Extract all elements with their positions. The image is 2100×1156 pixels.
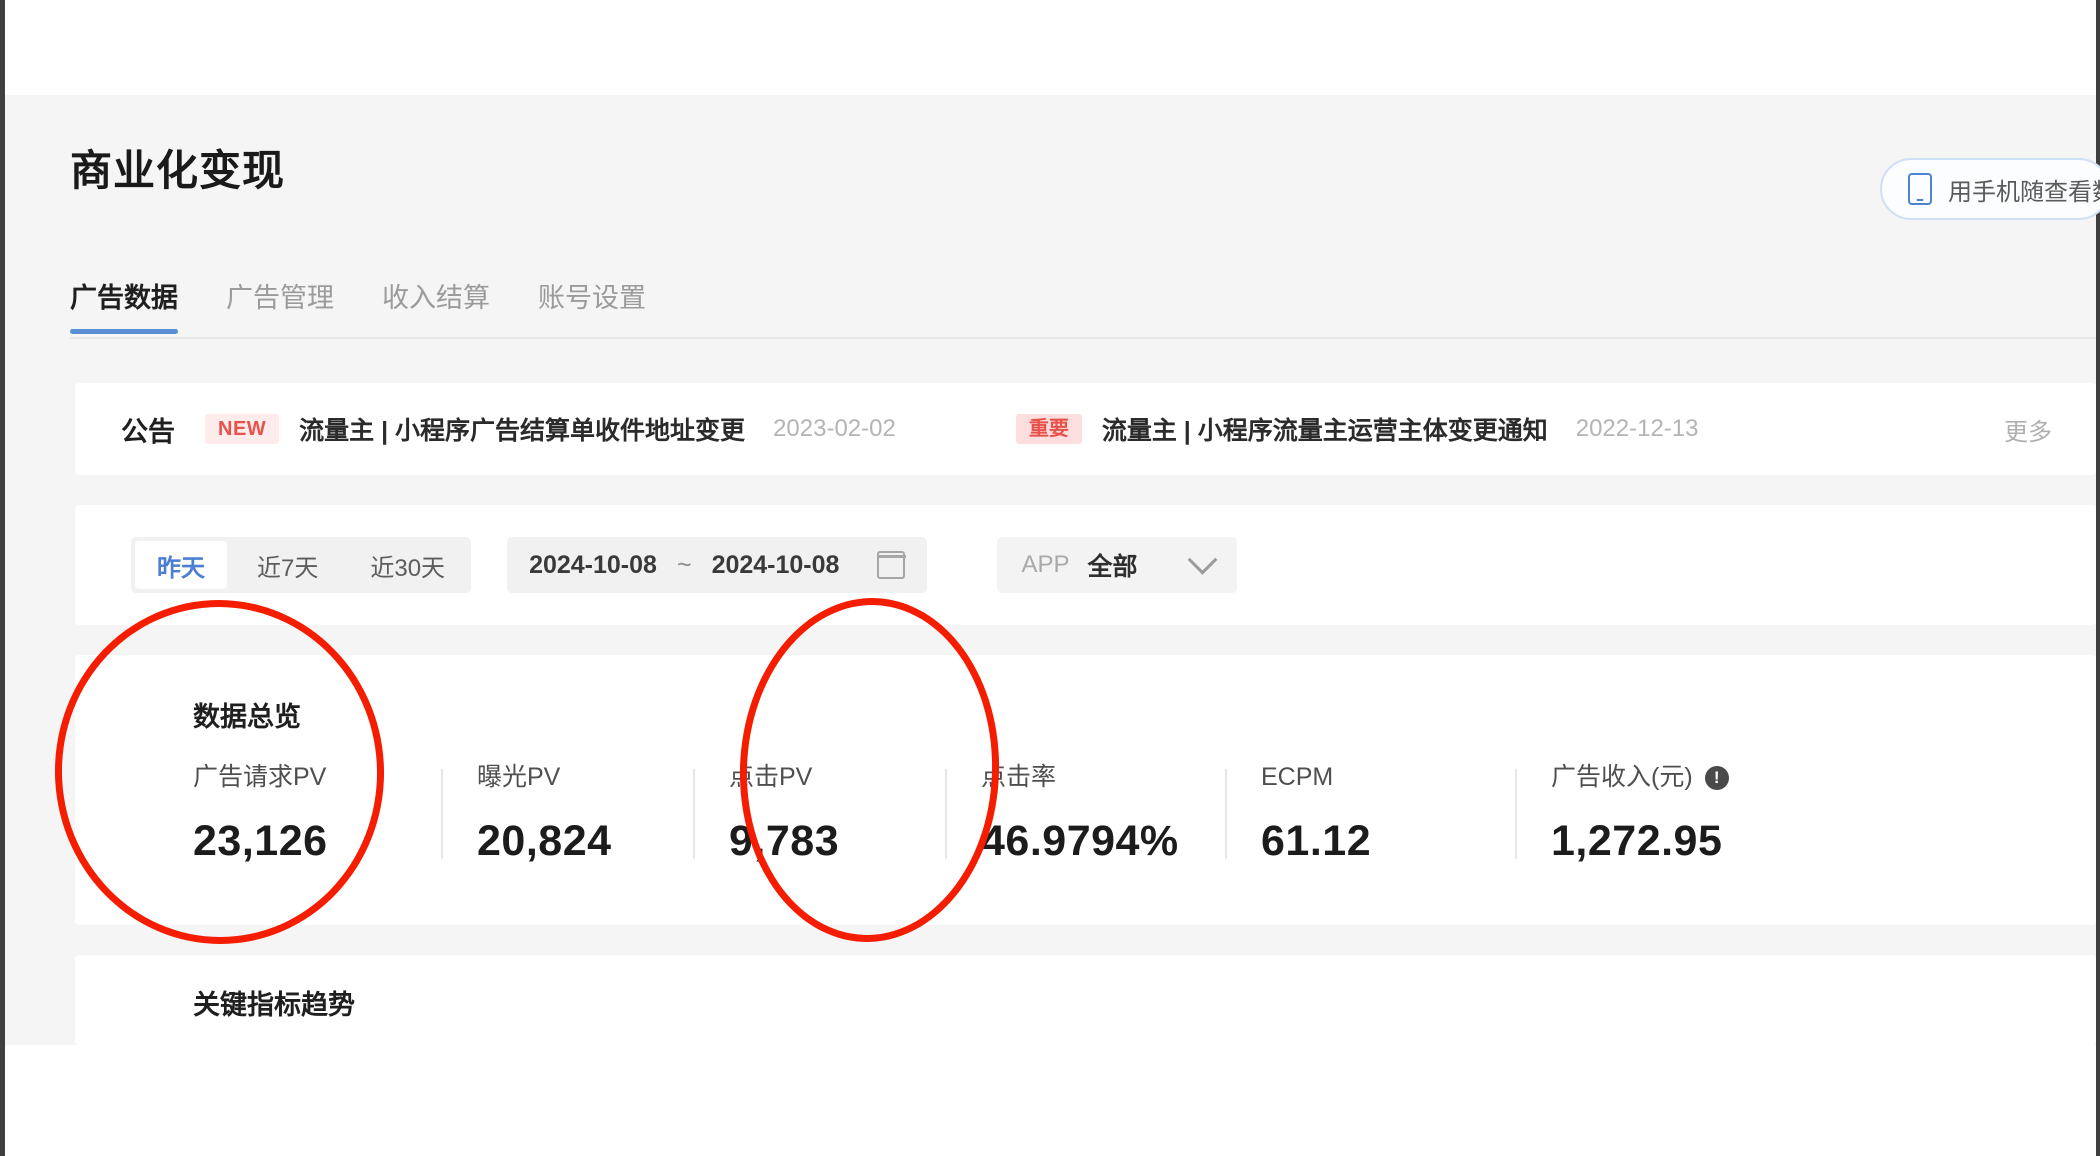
view-on-phone-button[interactable]: 用手机随查看数 [1880,158,2100,220]
main-tabbar: 广告数据 广告管理 收入结算 账号设置 [70,285,646,334]
metric-ad-revenue: 广告收入(元) ! 1,272.95 [1515,765,1815,863]
metric-label: 点击PV [729,765,915,790]
metric-label: ECPM [1261,765,1485,790]
metric-value: 9,783 [729,817,840,865]
filter-row: 昨天 近7天 近30天 2024-10-08 ~ 2024-10-08 APP … [75,505,2096,625]
metric-label: 广告收入(元) ! [1551,765,1785,790]
quick-range-label: 昨天 [157,554,205,582]
chevron-down-icon [1188,544,1218,575]
page-header: 商业化变现 [70,150,285,192]
metric-ecpm: ECPM 61.12 [1225,765,1515,863]
quick-range-label: 近7天 [257,554,319,582]
metric-label-text: 曝光PV [477,763,561,791]
announcement-badge-important: 重要 [1015,414,1082,444]
metric-label-text: 广告请求PV [193,763,327,791]
announcement-heading: 公告 [121,416,175,447]
metric-label-text: 点击PV [729,763,813,791]
tabbar-divider [70,337,2096,339]
quick-range-last-30-days[interactable]: 近30天 [344,537,471,593]
tab-account-settings[interactable]: 账号设置 [538,285,646,334]
announcement-row: 公告 NEW 流量主 | 小程序广告结算单收件地址变更 2023-02-02 重… [75,383,2096,475]
tab-ad-data[interactable]: 广告数据 [70,285,178,334]
metric-value: 20,824 [477,817,612,865]
date-range-picker[interactable]: 2024-10-08 ~ 2024-10-08 [507,537,928,593]
metric-label: 点击率 [981,765,1195,790]
metric-label-text: 广告收入(元) [1551,763,1693,791]
metric-value: 61.12 [1261,817,1372,865]
date-range-separator: ~ [676,550,692,579]
date-start-value: 2024-10-08 [529,550,657,579]
phone-icon [1908,173,1932,205]
app-screen: 商业化变现 用手机随查看数 广告数据 广告管理 收入结算 账号设置 公告 NEW… [0,0,2100,1156]
metric-label: 广告请求PV [193,765,411,790]
data-overview-title: 数据总览 [193,702,301,732]
filter-card: 昨天 近7天 近30天 2024-10-08 ~ 2024-10-08 APP … [75,505,2096,625]
app-filter-label: APP [1021,551,1070,578]
date-end-value: 2024-10-08 [711,550,840,579]
view-on-phone-label: 用手机随查看数 [1948,178,2100,206]
metric-label-text: 点击率 [981,763,1057,791]
quick-range-label: 近30天 [370,554,446,582]
announcement-date-2: 2022-12-13 [1575,415,1699,442]
quick-range-last-7-days[interactable]: 近7天 [231,537,344,593]
announcement-link-1[interactable]: 流量主 | 小程序广告结算单收件地址变更 [299,411,745,447]
metric-list: 广告请求PV 23,126 曝光PV 20,824 点击PV 9,783 点击率 [193,765,2096,863]
app-filter-value: 全部 [1087,553,1138,581]
quick-range-yesterday[interactable]: 昨天 [135,541,227,589]
tab-label: 广告管理 [226,283,334,313]
page-title: 商业化变现 [70,147,286,194]
info-icon[interactable]: ! [1704,765,1729,790]
tab-income-settlement[interactable]: 收入结算 [382,285,490,334]
metric-value: 1,272.95 [1551,817,1723,865]
metric-click-rate: 点击率 46.9794% [945,765,1225,863]
metric-label: 曝光PV [477,765,663,790]
app-filter-select[interactable]: APP 全部 [997,537,1238,593]
metric-impression-pv: 曝光PV 20,824 [441,765,693,863]
metric-label-text: ECPM [1261,763,1334,791]
metric-value: 23,126 [193,817,328,865]
announcement-more-link[interactable]: 更多 [2004,412,2052,447]
tab-label: 账号设置 [538,283,646,313]
announcement-badge-new: NEW [205,414,280,444]
announcement-date-1: 2023-02-02 [773,415,896,442]
metric-click-pv: 点击PV 9,783 [693,765,945,863]
tab-label: 广告数据 [70,283,178,313]
announcement-item-2: 重要 流量主 | 小程序流量主运营主体变更通知 2022-12-13 [1015,411,1699,447]
key-metrics-trend-title: 关键指标趋势 [193,990,355,1020]
data-overview-card: 数据总览 广告请求PV 23,126 曝光PV 20,824 点击PV 9,78… [75,655,2096,925]
tab-ad-management[interactable]: 广告管理 [226,285,334,334]
quick-range-segmented-control: 昨天 近7天 近30天 [131,537,472,593]
tab-label: 收入结算 [382,283,490,313]
calendar-icon[interactable] [876,551,906,579]
announcement-link-2[interactable]: 流量主 | 小程序流量主运营主体变更通知 [1102,411,1548,447]
metric-ad-request-pv: 广告请求PV 23,126 [193,765,441,863]
key-metrics-trend-card: 关键指标趋势 [75,955,2096,1045]
metric-value: 46.9794% [981,817,1179,865]
announcement-card: 公告 NEW 流量主 | 小程序广告结算单收件地址变更 2023-02-02 重… [75,383,2096,475]
